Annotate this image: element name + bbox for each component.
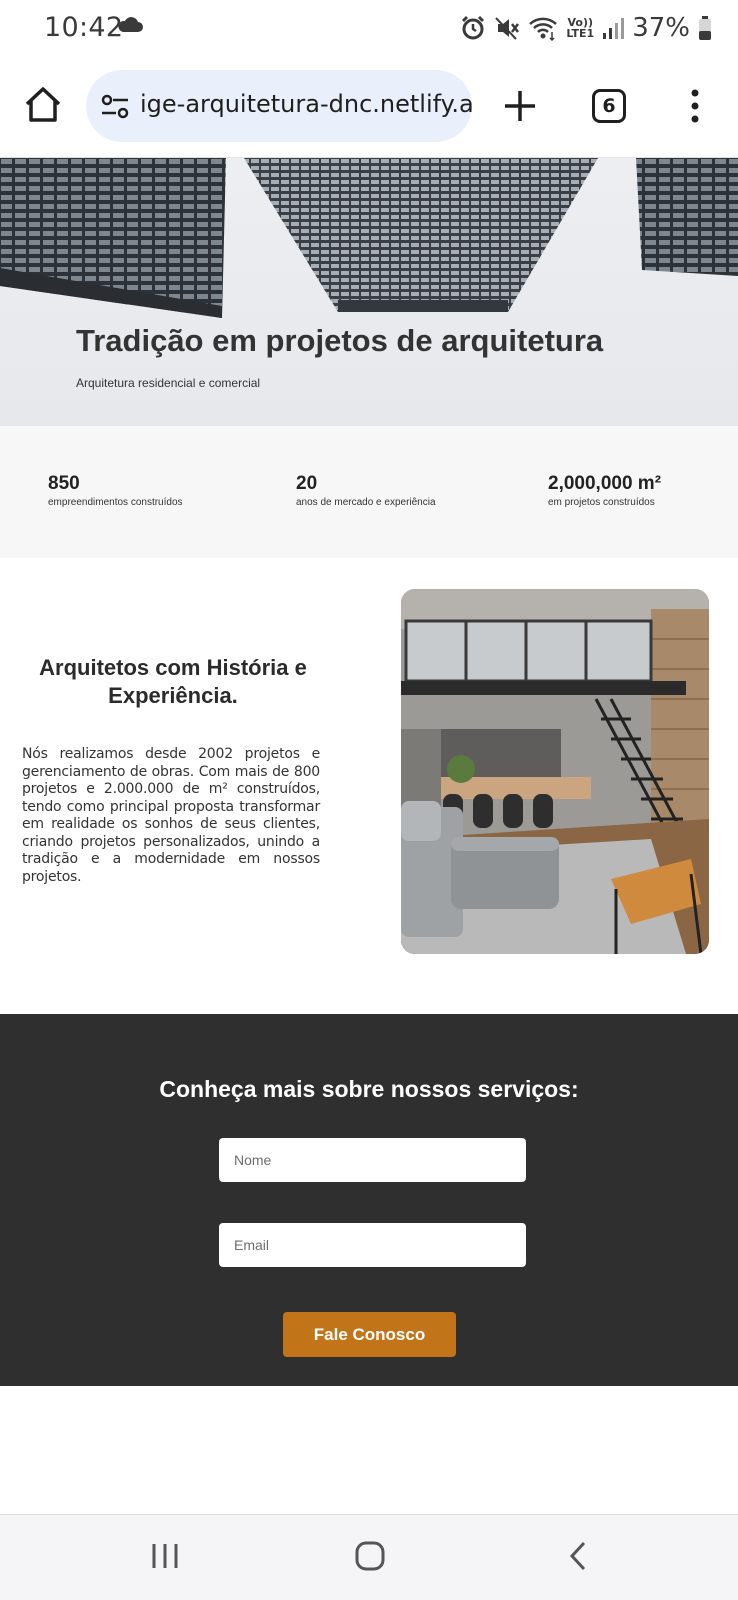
tabs-icon[interactable]: 6: [592, 89, 626, 123]
stats-section: 850 empreendimentos construídos 20 anos …: [0, 426, 738, 558]
alarm-icon: [462, 15, 485, 40]
site-settings-icon[interactable]: [100, 92, 130, 122]
network-label-bottom: LTE1: [566, 27, 595, 40]
battery-percentage: 37%: [632, 13, 690, 43]
status-icons: Vo)) LTE1 37%: [460, 12, 712, 44]
contact-title: Conheça mais sobre nossos serviços:: [159, 1076, 579, 1102]
battery-icon: [699, 16, 711, 40]
stat-value: 850: [48, 473, 80, 494]
cloud-icon: [118, 17, 143, 32]
name-field[interactable]: [219, 1138, 526, 1182]
interior-illustration: [401, 589, 709, 954]
stat-label: empreendimentos construídos: [48, 497, 183, 508]
status-bar: 10:42 Vo)) LTE1 37%: [0, 0, 738, 58]
about-text: Nós realizamos desde 2002 projetos e ger…: [22, 746, 320, 885]
recent-apps-icon[interactable]: [150, 1541, 180, 1571]
about-title: Arquitetos com História e Experiência.: [39, 655, 307, 708]
mute-icon: [495, 17, 520, 40]
home-icon[interactable]: [22, 84, 64, 126]
hero-title: Tradição em projetos de arquitetura: [76, 323, 604, 358]
wifi-icon: [529, 17, 558, 41]
signal-icon: [603, 18, 625, 39]
interior-photo: [401, 589, 709, 954]
email-field[interactable]: [219, 1223, 526, 1267]
home-nav-icon[interactable]: [354, 1540, 386, 1572]
more-vert-icon[interactable]: [684, 86, 706, 126]
stat-item: 20 anos de mercado e experiência: [296, 473, 436, 508]
stat-label: anos de mercado e experiência: [296, 497, 436, 508]
address-bar[interactable]: ige-arquitetura-dnc.netlify.app: [86, 70, 472, 142]
hero-section: Tradição em projetos de arquitetura Arqu…: [0, 158, 738, 426]
stat-value: 2,000,000 m²: [548, 473, 662, 494]
contact-button[interactable]: Fale Conosco: [283, 1312, 456, 1357]
hero-subtitle: Arquitetura residencial e comercial: [76, 376, 261, 390]
stat-label: em projetos construídos: [548, 497, 655, 508]
url-text[interactable]: ige-arquitetura-dnc.netlify.app: [140, 90, 472, 118]
tab-count: 6: [602, 95, 616, 117]
status-time: 10:42: [44, 12, 124, 43]
back-icon[interactable]: [566, 1540, 590, 1572]
system-navigation-bar: [0, 1514, 738, 1600]
contact-section: Conheça mais sobre nossos serviços: Fale…: [0, 1014, 738, 1386]
about-section: Arquitetos com História e Experiência. N…: [0, 558, 738, 1014]
stat-item: 850 empreendimentos construídos: [48, 473, 183, 508]
browser-toolbar: ige-arquitetura-dnc.netlify.app 6: [0, 58, 738, 158]
network-type: Vo)) LTE1: [566, 17, 594, 39]
stat-item: 2,000,000 m² em projetos construídos: [548, 473, 661, 508]
stat-value: 20: [296, 473, 318, 494]
plus-icon[interactable]: [500, 86, 540, 126]
